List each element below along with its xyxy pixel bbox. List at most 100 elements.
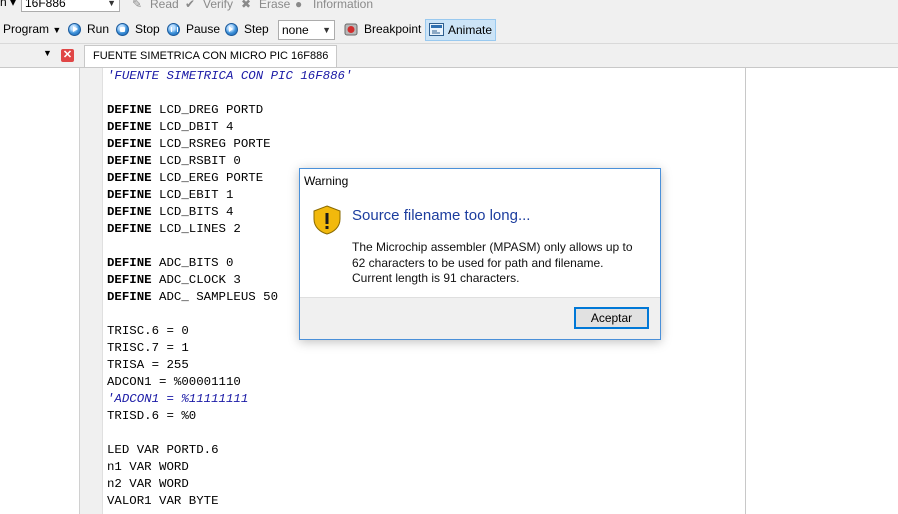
chevron-down-icon: ▼	[322, 25, 331, 35]
code-text: LCD_EBIT 1	[151, 188, 234, 202]
code-text: ADCON1 = %00001110	[107, 375, 241, 389]
editor-gutter	[80, 68, 102, 514]
run-button[interactable]: Run	[87, 22, 109, 36]
code-line: DEFINE LCD_EBIT 1	[107, 187, 233, 204]
step-icon	[225, 23, 238, 36]
erase-icon: ✖	[241, 0, 252, 11]
stop-icon	[116, 23, 129, 36]
code-keyword: DEFINE	[107, 137, 152, 151]
code-line: ADCON1 = %00001110	[107, 374, 241, 391]
code-line: DEFINE ADC_CLOCK 3	[107, 272, 241, 289]
code-line: n1 VAR WORD	[107, 459, 189, 476]
code-line: VALOR1 VAR BYTE	[107, 493, 219, 510]
code-keyword: DEFINE	[107, 205, 152, 219]
step-mode-value: none	[282, 23, 309, 37]
animate-button[interactable]: Animate	[425, 19, 496, 41]
chevron-down-icon: ▼	[107, 0, 116, 8]
tab-source-file[interactable]: FUENTE SIMETRICA CON MICRO PIC 16F886	[84, 45, 338, 67]
code-line: DEFINE LCD_EREG PORTE	[107, 170, 263, 187]
code-line: 'ADCON1 = %11111111	[107, 391, 248, 408]
program-menu-button[interactable]: Program ▼	[3, 22, 61, 36]
editor-blank-area	[746, 68, 898, 514]
code-line: DEFINE ADC_BITS 0	[107, 255, 233, 272]
run-icon	[68, 23, 81, 36]
code-text: TRISD.6 = %0	[107, 409, 197, 423]
code-line: TRISC.7 = 1	[107, 340, 189, 357]
code-keyword: DEFINE	[107, 103, 152, 117]
code-line: n2 VAR WORD	[107, 476, 189, 493]
dialog-footer: Aceptar	[300, 297, 660, 339]
debug-toolbar: Program ▼ Run Stop Pause Step none ▼ Bre…	[0, 17, 898, 44]
dialog-heading: Source filename too long...	[352, 207, 531, 224]
animate-icon	[429, 23, 444, 36]
pause-button[interactable]: Pause	[186, 22, 220, 36]
code-line: DEFINE LCD_RSBIT 0	[107, 153, 241, 170]
read-icon: ✎	[132, 0, 143, 11]
code-line: DEFINE ADC_ SAMPLEUS 50	[107, 289, 278, 306]
code-text: LCD_BITS 4	[151, 205, 234, 219]
code-text: LCD_EREG PORTE	[151, 171, 264, 185]
verify-button[interactable]: Verify	[203, 0, 233, 11]
warning-dialog: Warning Source filename too long... The …	[299, 168, 661, 340]
ok-button[interactable]: Aceptar	[574, 307, 649, 329]
step-mode-select[interactable]: none ▼	[278, 20, 335, 40]
code-text: TRISC.6 = 0	[107, 324, 189, 338]
code-text: LED VAR PORTD.6	[107, 443, 219, 457]
code-keyword: DEFINE	[107, 222, 152, 236]
code-keyword: DEFINE	[107, 154, 152, 168]
code-line: TRISA = 255	[107, 357, 189, 374]
code-text: ADC_BITS 0	[151, 256, 234, 270]
code-text: LCD_DBIT 4	[151, 120, 234, 134]
code-text: TRISC.7 = 1	[107, 341, 189, 355]
code-text: 'ADCON1 = %11111111	[107, 392, 249, 406]
animate-label: Animate	[448, 23, 493, 37]
code-line: TRISD.6 = %0	[107, 408, 196, 425]
code-line: DEFINE LCD_DBIT 4	[107, 119, 233, 136]
code-line: DEFINE LCD_RSREG PORTE	[107, 136, 271, 153]
code-text: ADC_ SAMPLEUS 50	[151, 290, 279, 304]
information-icon: ●	[295, 0, 303, 11]
program-label: Program	[3, 22, 50, 36]
code-text: LCD_RSBIT 0	[151, 154, 241, 168]
code-keyword: DEFINE	[107, 188, 152, 202]
code-text: VALOR1 VAR BYTE	[107, 494, 219, 508]
code-line: DEFINE LCD_LINES 2	[107, 221, 241, 238]
chip-select-combo[interactable]: 16F886 ▼	[21, 0, 120, 12]
code-text: LCD_RSREG PORTE	[151, 137, 271, 151]
toolbar-edge-label: n ▾	[0, 0, 17, 9]
erase-button[interactable]: Erase	[259, 0, 290, 11]
code-text: LCD_LINES 2	[151, 222, 241, 236]
project-tree-panel[interactable]	[0, 68, 80, 514]
code-text: ADC_CLOCK 3	[151, 273, 241, 287]
code-keyword: DEFINE	[107, 120, 152, 134]
code-line: LED VAR PORTD.6	[107, 442, 219, 459]
dialog-title: Warning	[304, 174, 349, 188]
stop-button[interactable]: Stop	[135, 22, 160, 36]
information-button[interactable]: Information	[313, 0, 373, 11]
close-icon[interactable]: ✕	[61, 49, 74, 62]
code-text: LCD_DREG PORTD	[151, 103, 264, 117]
breakpoint-icon	[344, 23, 358, 36]
editor-tab-bar: ▼ ✕ FUENTE SIMETRICA CON MICRO PIC 16F88…	[0, 44, 898, 68]
code-keyword: DEFINE	[107, 290, 152, 304]
code-keyword: DEFINE	[107, 256, 152, 270]
code-text: 'FUENTE SIMETRICA CON PIC 16F886'	[107, 69, 353, 83]
breakpoint-button[interactable]: Breakpoint	[364, 22, 421, 36]
code-line: 'FUENTE SIMETRICA CON PIC 16F886'	[107, 68, 352, 85]
pause-icon	[167, 23, 180, 36]
verify-icon: ✔	[185, 0, 196, 11]
code-line: DEFINE LCD_BITS 4	[107, 204, 233, 221]
code-line: DEFINE LCD_DREG PORTD	[107, 102, 263, 119]
warning-shield-icon	[313, 205, 341, 235]
step-button[interactable]: Step	[244, 22, 269, 36]
code-line: TRISC.6 = 0	[107, 323, 189, 340]
device-toolbar: n ▾ 16F886 ▼ ✎ Read ✔ Verify ✖ Erase ● I…	[0, 0, 898, 13]
read-button[interactable]: Read	[150, 0, 179, 11]
code-text: n2 VAR WORD	[107, 477, 189, 491]
code-keyword: DEFINE	[107, 273, 152, 287]
chip-select-value: 16F886	[25, 0, 66, 10]
code-text: n1 VAR WORD	[107, 460, 189, 474]
code-keyword: DEFINE	[107, 171, 152, 185]
chevron-down-icon: ▼	[52, 25, 62, 35]
panel-dropdown-icon[interactable]: ▼	[43, 48, 52, 58]
